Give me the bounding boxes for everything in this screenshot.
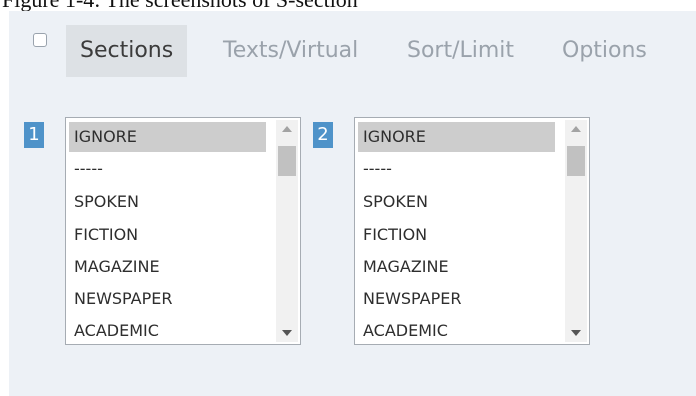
- scroll-up-arrow-icon[interactable]: [571, 126, 581, 132]
- section-2-listbox[interactable]: IGNORE ----- SPOKEN FICTION MAGAZINE NEW…: [354, 117, 590, 345]
- section-2-badge: 2: [313, 122, 333, 148]
- section-2-scroll-thumb[interactable]: [567, 146, 585, 176]
- sections-checkbox[interactable]: [33, 33, 47, 47]
- section-2-option[interactable]: MAGAZINE: [363, 252, 449, 282]
- search-panel: Sections Texts/Virtual Sort/Limit Option…: [9, 11, 696, 396]
- section-1-scroll-thumb[interactable]: [278, 146, 296, 176]
- section-2-option[interactable]: SPOKEN: [363, 187, 428, 217]
- tab-options[interactable]: Options: [562, 25, 647, 77]
- section-1-option[interactable]: SPOKEN: [74, 187, 139, 217]
- section-1-option[interactable]: FICTION: [74, 220, 138, 250]
- section-1-option[interactable]: NEWSPAPER: [74, 284, 173, 314]
- scroll-down-arrow-icon[interactable]: [571, 330, 581, 336]
- scroll-up-arrow-icon[interactable]: [282, 126, 292, 132]
- section-2-scrollbar[interactable]: [565, 120, 587, 342]
- section-1-option[interactable]: MAGAZINE: [74, 252, 160, 282]
- section-2-option[interactable]: FICTION: [363, 220, 427, 250]
- scroll-down-arrow-icon[interactable]: [282, 330, 292, 336]
- section-2-option[interactable]: ACADEMIC: [363, 316, 448, 344]
- tab-sections[interactable]: Sections: [66, 25, 188, 77]
- section-1-listbox[interactable]: IGNORE ----- SPOKEN FICTION MAGAZINE NEW…: [65, 117, 301, 345]
- figure-caption-strip: Figure 1-4: The screenshots of S-section: [0, 0, 696, 11]
- section-2-option[interactable]: NEWSPAPER: [363, 284, 462, 314]
- figure-caption: Figure 1-4: The screenshots of S-section: [2, 0, 358, 11]
- section-1-option[interactable]: IGNORE: [69, 122, 266, 152]
- section-2-option[interactable]: IGNORE: [358, 122, 555, 152]
- section-2-option[interactable]: -----: [363, 154, 392, 184]
- section-1-badge: 1: [24, 122, 44, 148]
- tab-texts-virtual[interactable]: Texts/Virtual: [223, 25, 358, 77]
- section-1-option[interactable]: ACADEMIC: [74, 316, 159, 344]
- section-1-scrollbar[interactable]: [276, 120, 298, 342]
- tab-sort-limit[interactable]: Sort/Limit: [407, 25, 514, 77]
- section-1-option[interactable]: -----: [74, 154, 103, 184]
